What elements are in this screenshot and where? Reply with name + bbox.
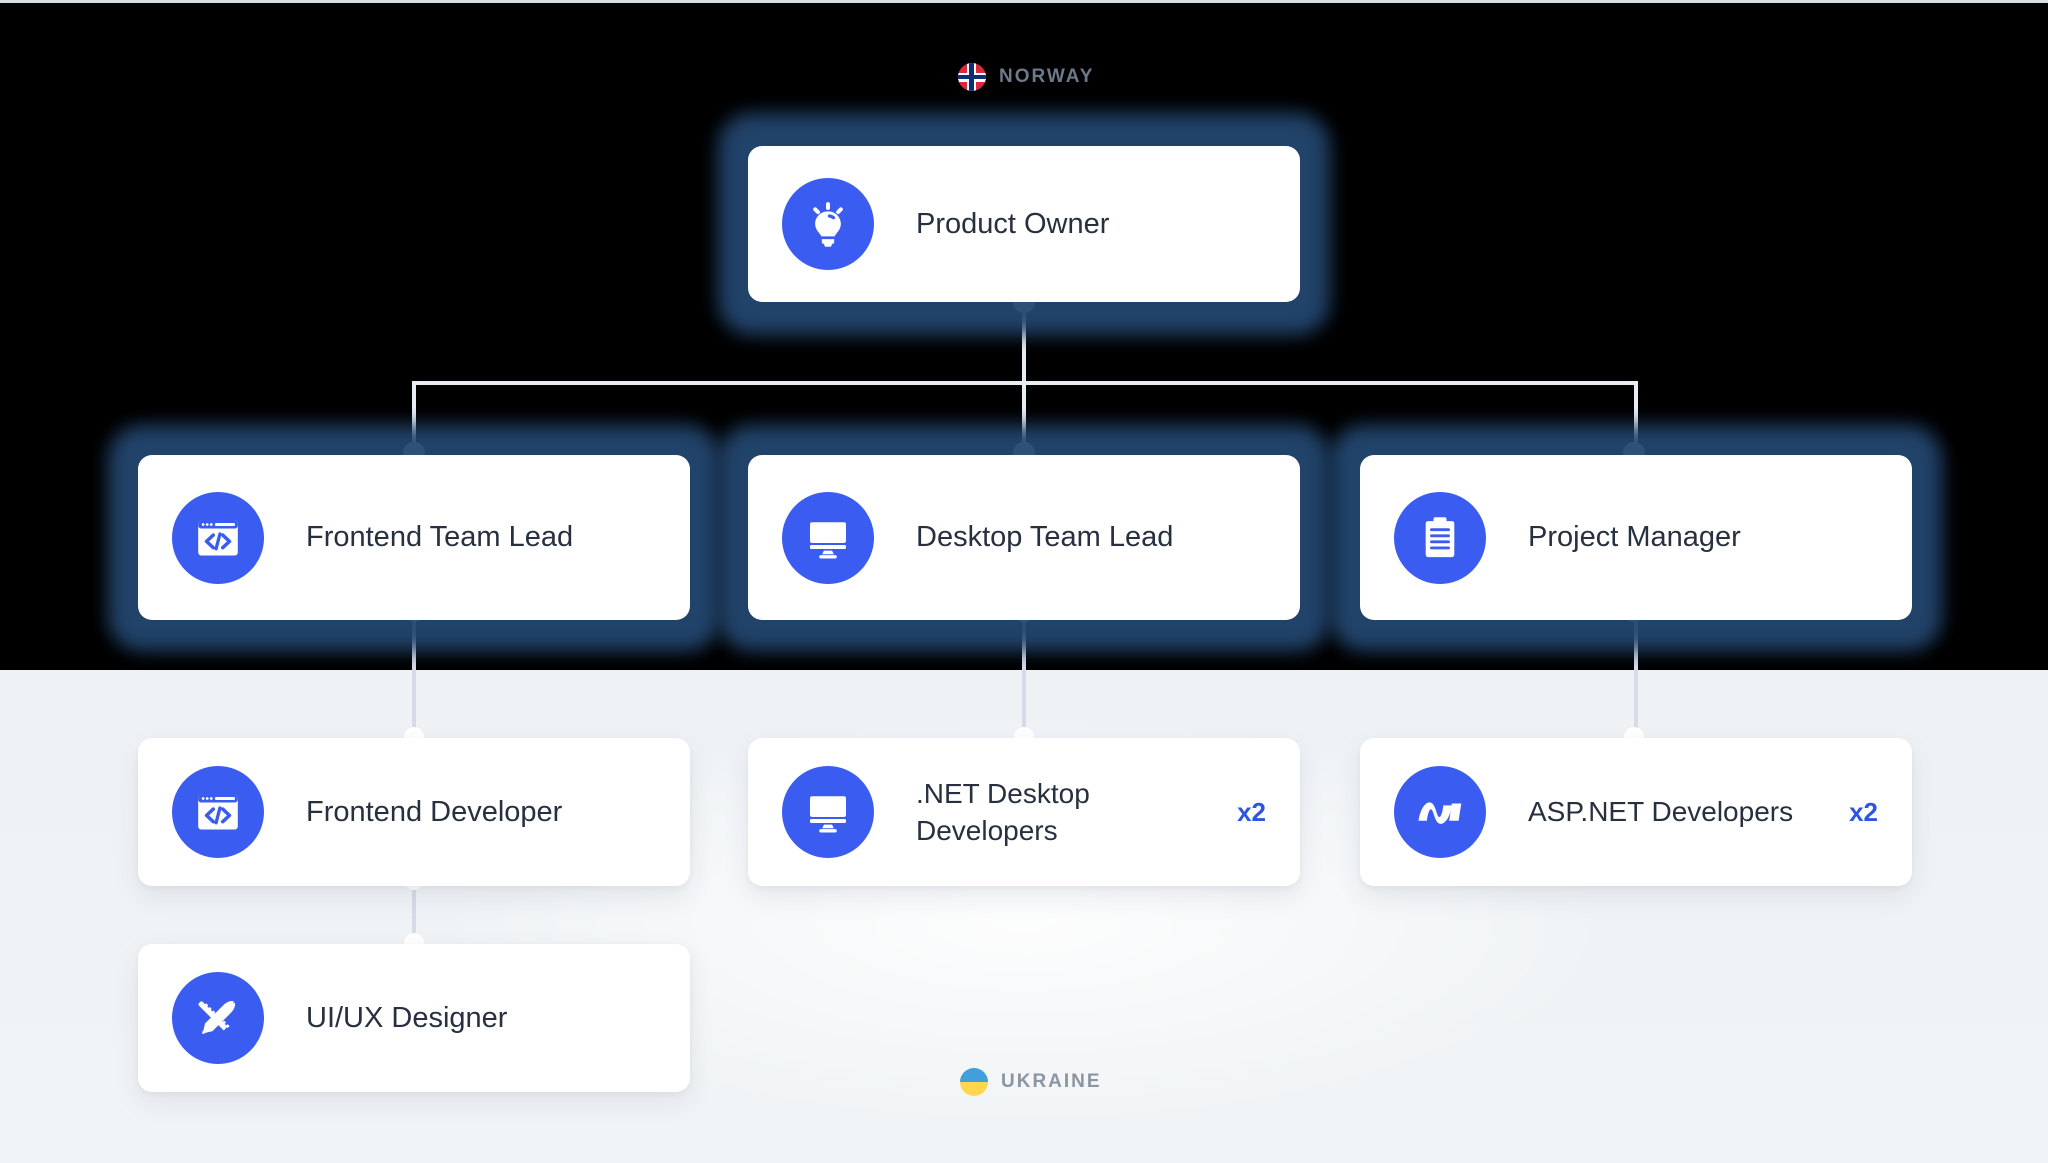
- design-tools-icon: [172, 972, 264, 1064]
- node-project-manager[interactable]: Project Manager: [1360, 455, 1912, 620]
- node-frontend-team-lead[interactable]: Frontend Team Lead: [138, 455, 690, 620]
- norway-region-label: NORWAY: [958, 63, 1094, 91]
- monitor-icon: [782, 491, 874, 584]
- node-label: UI/UX Designer: [306, 1001, 508, 1034]
- clipboard-icon: [1394, 491, 1486, 584]
- lightbulb-icon: [782, 178, 874, 270]
- count-badge: x2: [1237, 796, 1266, 827]
- node-frontend-developer[interactable]: Frontend Developer: [138, 738, 690, 886]
- node-label: Project Manager: [1528, 521, 1741, 554]
- node-product-owner[interactable]: Product Owner: [748, 146, 1300, 302]
- node-desktop-team-lead[interactable]: Desktop Team Lead: [748, 455, 1300, 620]
- node-dotnet-desktop-developers[interactable]: .NET Desktop Developers x2: [748, 738, 1300, 886]
- count-badge: x2: [1849, 796, 1878, 827]
- node-label: Desktop Team Lead: [916, 521, 1174, 554]
- node-label: Product Owner: [916, 207, 1110, 240]
- ukraine-flag-icon: [960, 1068, 988, 1096]
- monitor-icon: [782, 766, 874, 858]
- top-border: [0, 0, 2048, 3]
- code-window-icon: [172, 491, 264, 584]
- norway-label-text: NORWAY: [999, 66, 1095, 87]
- node-aspnet-developers[interactable]: ASP.NET Developers x2: [1360, 738, 1912, 886]
- ukraine-label-text: UKRAINE: [1001, 1071, 1102, 1092]
- org-chart-diagram: NORWAY Product Owner Frontend Team Lead …: [0, 0, 2048, 1163]
- node-label: Frontend Team Lead: [306, 521, 574, 554]
- norway-flag-icon: [958, 63, 986, 91]
- node-label: ASP.NET Developers: [1528, 796, 1794, 828]
- node-label: Frontend Developer: [306, 795, 563, 828]
- node-label: .NET Desktop Developers: [916, 777, 1090, 846]
- aspnet-icon: [1394, 766, 1486, 858]
- ukraine-region-label: UKRAINE: [960, 1068, 1102, 1096]
- node-uiux-designer[interactable]: UI/UX Designer: [138, 944, 690, 1092]
- code-window-icon: [172, 766, 264, 858]
